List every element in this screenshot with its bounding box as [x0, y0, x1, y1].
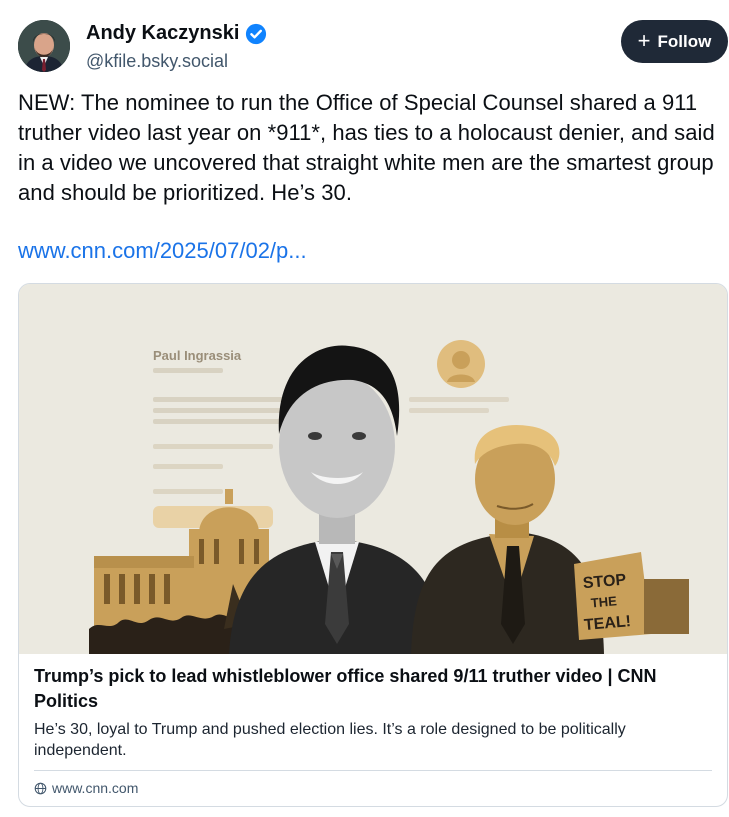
post-text: NEW: The nominee to run the Office of Sp… — [18, 90, 715, 205]
verified-badge-icon — [246, 23, 267, 44]
svg-text:THE: THE — [590, 593, 618, 610]
author-avatar[interactable] — [18, 20, 70, 72]
link-card-divider — [34, 770, 712, 771]
globe-icon — [34, 782, 47, 794]
link-card-title[interactable]: Trump’s pick to lead whistleblower offic… — [34, 664, 714, 714]
follow-button[interactable]: + Follow — [621, 20, 728, 63]
link-preview-image[interactable]: Paul Ingrassia STOP THE TEAL! — [19, 284, 727, 654]
link-preview-card[interactable]: Paul Ingrassia STOP THE TEAL! Trump’s pi… — [18, 283, 728, 807]
collage-profile-name: Paul Ingrassia — [153, 348, 242, 363]
post-link[interactable]: www.cnn.com/2025/07/02/p... — [18, 238, 307, 264]
author-handle[interactable]: @kfile.bsky.social — [86, 51, 228, 72]
author-name-row[interactable]: Andy Kaczynski — [86, 22, 267, 45]
link-card-domain: www.cnn.com — [52, 780, 139, 796]
post-container: Andy Kaczynski @kfile.bsky.social + Foll… — [0, 0, 729, 817]
follow-button-label: Follow — [657, 31, 712, 51]
plus-icon: + — [637, 27, 651, 53]
article-collage-image: Paul Ingrassia STOP THE TEAL! — [19, 284, 727, 654]
link-card-domain-row: www.cnn.com — [34, 780, 138, 796]
link-card-description: He’s 30, loyal to Trump and pushed elect… — [34, 721, 626, 759]
author-name[interactable]: Andy Kaczynski — [86, 22, 239, 45]
avatar-portrait-image — [18, 20, 70, 72]
